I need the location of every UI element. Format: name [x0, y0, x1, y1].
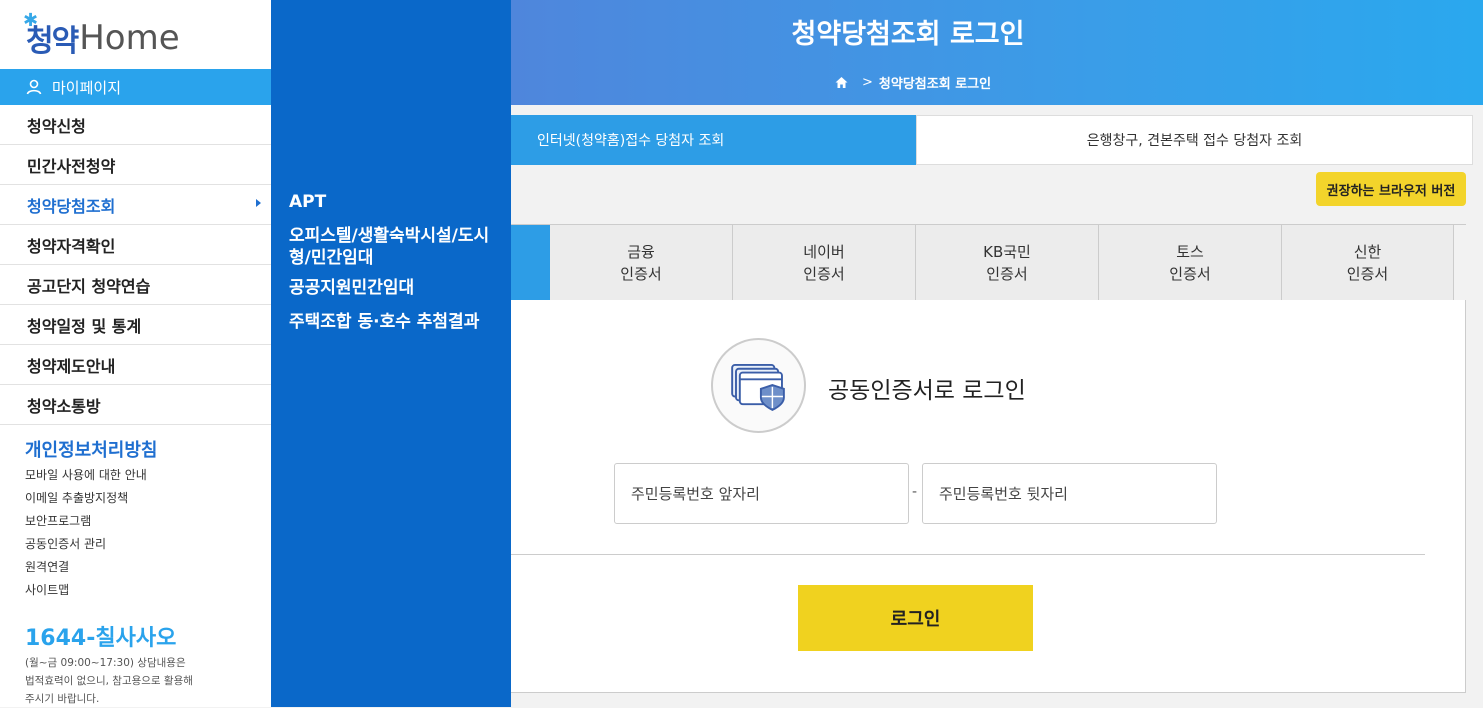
- certificate-shield-icon: [731, 363, 785, 411]
- link-email-policy[interactable]: 이메일 추출방지정책: [25, 489, 147, 512]
- login-panel: 공동인증서로 로그인 주민등록번호 앞자리 - 주민등록번호 뒷자리 로그인: [511, 300, 1466, 693]
- link-sitemap[interactable]: 사이트맵: [25, 581, 147, 604]
- cert-tab-label: 금융: [627, 242, 655, 261]
- hours-notice: (월~금 09:00~17:30) 상담내용은 법적효력이 없으니, 참고용으로…: [25, 657, 193, 705]
- cert-tab-sublabel: 인증서: [803, 264, 845, 283]
- cert-tab-label: 네이버: [803, 242, 845, 261]
- mypage-label: 마이페이지: [52, 78, 122, 97]
- divider: [511, 554, 1425, 555]
- cert-tabs: 금융인증서 네이버인증서 KB국민인증서 토스인증서 신한인증서: [511, 224, 1466, 301]
- tab-shinhan-cert[interactable]: 신한인증서: [1282, 225, 1454, 301]
- sidebar-item-apply[interactable]: 청약신청: [0, 105, 271, 145]
- mypage-link[interactable]: 마이페이지: [0, 69, 271, 105]
- cert-tab-label: 토스: [1176, 242, 1204, 261]
- cert-tab-sublabel: 인증서: [986, 264, 1028, 283]
- sidebar: ✱ 청약 Home 마이페이지 청약신청 민간사전청약 청약당첨조회 청약자격확인 …: [0, 0, 271, 707]
- sidebar-item-guide[interactable]: 청약제도안내: [0, 345, 271, 385]
- cert-tab-label: 신한: [1353, 242, 1382, 261]
- sidebar-item-label: 청약제도안내: [27, 356, 116, 376]
- home-icon[interactable]: [835, 76, 848, 89]
- sidebar-item-label: 청약일정 및 통계: [27, 316, 142, 336]
- breadcrumb-current: 청약당첨조회 로그인: [878, 77, 992, 92]
- page-title: 청약당첨조회 로그인: [791, 19, 1025, 50]
- cert-tab-sublabel: 인증서: [620, 264, 662, 283]
- sidebar-item-label: 청약신청: [27, 116, 86, 136]
- cert-tab-label: KB국민: [983, 242, 1031, 261]
- sidebar-item-label: 공고단지 청약연습: [27, 276, 151, 296]
- logo-star-icon: ✱: [23, 10, 38, 31]
- submenu-item-public-rental[interactable]: 공공지원민간임대: [289, 277, 504, 299]
- sidebar-item-practice[interactable]: 공고단지 청약연습: [0, 265, 271, 305]
- tab-bank-winner[interactable]: 은행창구, 견본주택 접수 당첨자 조회: [916, 115, 1473, 165]
- tab-financial-cert[interactable]: 금융인증서: [550, 225, 733, 301]
- query-tabs: 인터넷(청약홈)접수 당첨자 조회 은행창구, 견본주택 접수 당첨자 조회: [511, 115, 1473, 165]
- ssn-front-input[interactable]: 주민등록번호 앞자리: [614, 463, 909, 524]
- breadcrumb-separator-icon: >: [862, 75, 873, 90]
- link-remote-support[interactable]: 원격연결: [25, 558, 147, 581]
- cert-tab-sublabel: 인증서: [1169, 264, 1211, 283]
- logo-eng: Home: [79, 18, 180, 58]
- main-content: 청약당첨조회 로그인 > 청약당첨조회 로그인 인터넷(청약홈)접수 당첨자 조…: [511, 0, 1483, 707]
- footer-links: 모바일 사용에 대한 안내 이메일 추출방지정책 보안프로그램 공동인증서 관리…: [25, 466, 147, 604]
- person-icon: [26, 79, 42, 95]
- ssn-separator: -: [912, 484, 918, 500]
- sidebar-item-label: 청약소통방: [27, 396, 101, 416]
- tab-naver-cert[interactable]: 네이버인증서: [733, 225, 916, 301]
- tab-joint-cert[interactable]: [511, 225, 550, 301]
- phone-number: 1644-칠사사오: [25, 626, 177, 651]
- browser-version-button[interactable]: 권장하는 브라우저 버전: [1316, 172, 1466, 206]
- cert-tab-sublabel: 인증서: [1346, 264, 1389, 283]
- sidebar-item-label: 민간사전청약: [27, 156, 116, 176]
- ssn-back-input[interactable]: 주민등록번호 뒷자리: [922, 463, 1217, 524]
- certificate-icon: [711, 338, 806, 433]
- logo-kor: ✱ 청약: [23, 10, 79, 60]
- submenu-panel: APT 오피스텔/생활숙박시설/도시형/민간임대 공공지원민간임대 주택조합 동…: [271, 0, 511, 707]
- tab-kb-cert[interactable]: KB국민인증서: [916, 225, 1099, 301]
- link-security-program[interactable]: 보안프로그램: [25, 512, 147, 535]
- submenu-item-apt[interactable]: APT: [289, 191, 504, 213]
- sidebar-item-schedule[interactable]: 청약일정 및 통계: [0, 305, 271, 345]
- page-header: 청약당첨조회 로그인 > 청약당첨조회 로그인: [511, 0, 1483, 105]
- sidebar-item-pre-apply[interactable]: 민간사전청약: [0, 145, 271, 185]
- link-mobile-guide[interactable]: 모바일 사용에 대한 안내: [25, 466, 147, 489]
- tab-internet-winner[interactable]: 인터넷(청약홈)접수 당첨자 조회: [511, 115, 916, 165]
- link-cert-management[interactable]: 공동인증서 관리: [25, 535, 147, 558]
- arrow-right-icon: [256, 199, 261, 207]
- submenu-item-housing-union[interactable]: 주택조합 동·호수 추첨결과: [289, 311, 504, 333]
- privacy-policy-link[interactable]: 개인정보처리방침: [25, 436, 157, 462]
- joint-cert-login-label: 공동인증서로 로그인: [828, 378, 1026, 404]
- breadcrumb: > 청약당첨조회 로그인: [835, 73, 991, 92]
- sidebar-item-community[interactable]: 청약소통방: [0, 385, 271, 425]
- tab-toss-cert[interactable]: 토스인증서: [1099, 225, 1282, 301]
- sidebar-item-eligibility[interactable]: 청약자격확인: [0, 225, 271, 265]
- sidebar-item-label: 청약당첨조회: [27, 196, 116, 216]
- sidebar-item-label: 청약자격확인: [27, 236, 116, 256]
- sidebar-menu: 청약신청 민간사전청약 청약당첨조회 청약자격확인 공고단지 청약연습 청약일정…: [0, 105, 271, 425]
- submenu-item-officetel[interactable]: 오피스텔/생활숙박시설/도시형/민간임대: [289, 225, 504, 269]
- logo[interactable]: ✱ 청약 Home: [23, 10, 180, 60]
- login-button[interactable]: 로그인: [798, 585, 1033, 651]
- sidebar-item-winner-check[interactable]: 청약당첨조회: [0, 185, 271, 225]
